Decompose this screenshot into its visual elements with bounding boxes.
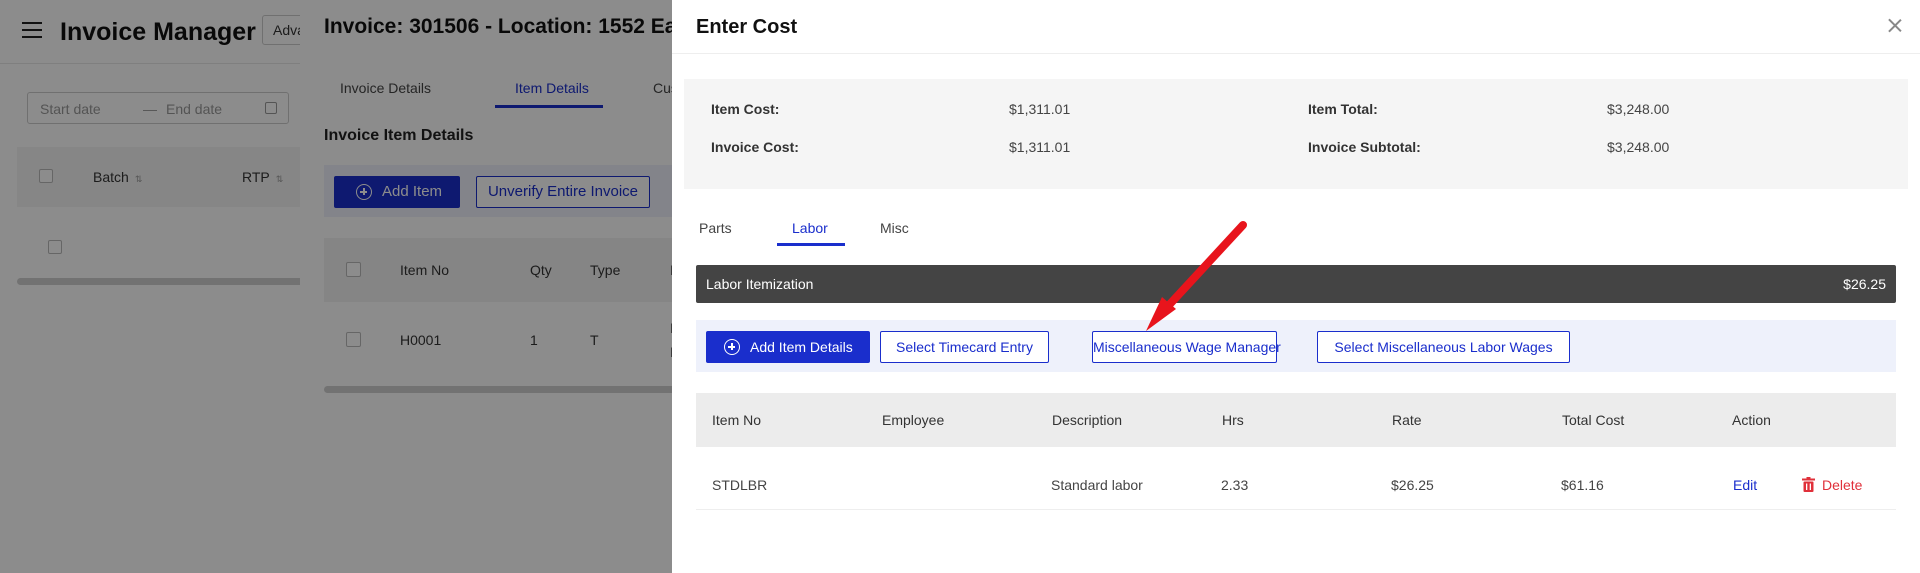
tab-parts[interactable]: Parts (699, 220, 732, 236)
drawer-title: Enter Cost (696, 16, 798, 38)
labor-toolbar: Add Item Details Select Timecard Entry M… (696, 320, 1896, 372)
column-action: Action (1732, 412, 1771, 428)
cost-tabs: Parts Labor Misc (684, 210, 1908, 250)
plus-circle-icon (724, 339, 740, 355)
drawer-header: Enter Cost (672, 0, 1920, 54)
tab-labor[interactable]: Labor (792, 220, 828, 236)
cell-rate: $26.25 (1391, 477, 1434, 493)
invoice-cost-value: $1,311.01 (1009, 139, 1071, 155)
invoice-subtotal-value: $3,248.00 (1607, 139, 1670, 155)
close-icon[interactable] (1885, 16, 1905, 36)
column-rate: Rate (1392, 412, 1422, 428)
tab-misc[interactable]: Misc (880, 220, 909, 236)
select-misc-labor-wages-button[interactable]: Select Miscellaneous Labor Wages (1317, 331, 1570, 363)
item-total-label: Item Total: (1308, 101, 1378, 117)
enter-cost-drawer: Enter Cost Item Cost: $1,311.01 Item Tot… (672, 0, 1920, 573)
labor-table-header: Item No Employee Description Hrs Rate To… (696, 393, 1896, 447)
delete-link[interactable]: Delete (1822, 477, 1862, 493)
column-hrs: Hrs (1222, 412, 1244, 428)
select-timecard-entry-button[interactable]: Select Timecard Entry (880, 331, 1049, 363)
edit-link[interactable]: Edit (1733, 477, 1757, 493)
column-description: Description (1052, 412, 1123, 428)
trash-icon[interactable] (1802, 477, 1815, 492)
active-tab-indicator (777, 243, 845, 246)
invoice-subtotal-label: Invoice Subtotal: (1308, 139, 1421, 155)
item-cost-value: $1,311.01 (1009, 101, 1071, 117)
miscellaneous-wage-manager-button[interactable]: Miscellaneous Wage Manager (1092, 331, 1281, 363)
column-total-cost: Total Cost (1562, 412, 1625, 428)
cost-summary: Item Cost: $1,311.01 Item Total: $3,248.… (684, 79, 1908, 189)
item-cost-label: Item Cost: (711, 101, 780, 117)
cell-item-no: STDLBR (712, 477, 768, 493)
labor-itemization-bar: Labor Itemization $26.25 (696, 265, 1896, 303)
column-employee: Employee (882, 412, 945, 428)
cell-hrs: 2.33 (1221, 477, 1249, 493)
cell-total-cost: $61.16 (1561, 477, 1604, 493)
invoice-cost-label: Invoice Cost: (711, 139, 799, 155)
cell-description: Standard labor (1051, 477, 1143, 493)
button-label: Add Item Details (750, 339, 853, 355)
itemization-amount: $26.25 (1843, 276, 1886, 292)
table-row: STDLBR Standard labor 2.33 $26.25 $61.16… (696, 460, 1896, 510)
column-item-no: Item No (712, 412, 762, 428)
item-total-value: $3,248.00 (1607, 101, 1670, 117)
itemization-label: Labor Itemization (706, 276, 814, 292)
add-item-details-button[interactable]: Add Item Details (706, 331, 870, 363)
